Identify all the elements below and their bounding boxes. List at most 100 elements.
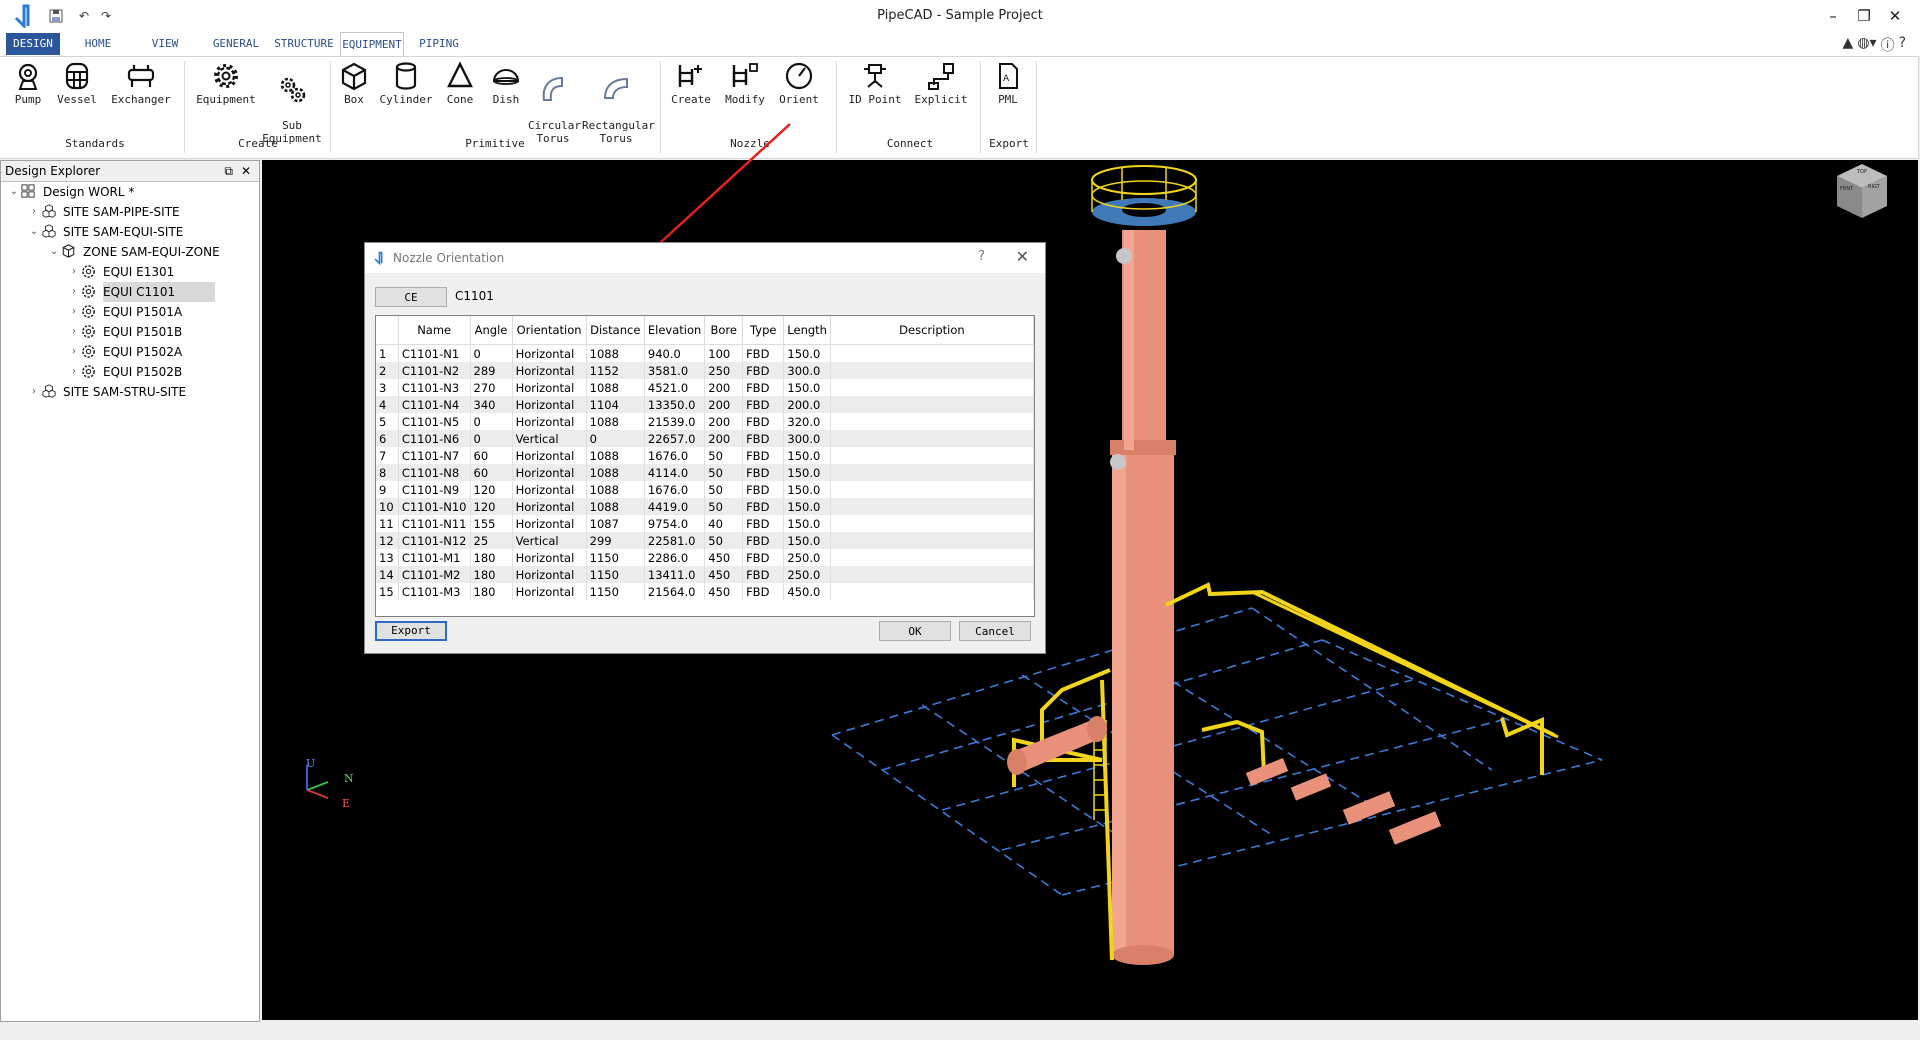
ok-button[interactable]: OK [879, 621, 951, 641]
tab-home[interactable]: HOME [70, 32, 126, 56]
table-cell[interactable]: 450 [704, 583, 744, 600]
table-cell[interactable]: 340 [470, 396, 513, 413]
table-cell[interactable] [830, 532, 1034, 549]
table-cell[interactable]: 1088 [586, 413, 645, 430]
table-cell[interactable]: FBD [742, 566, 785, 583]
table-cell[interactable]: 270 [470, 379, 513, 396]
table-row[interactable]: 8 C1101-N8 60 Horizontal 1088 4114.0 50 FBD 150.… [376, 464, 1034, 481]
table-cell[interactable]: Horizontal [512, 344, 587, 362]
table-cell[interactable]: 450 [704, 566, 744, 583]
exchanger-button[interactable]: Exchanger [108, 61, 174, 106]
chevron-down-icon[interactable]: ⌄ [47, 242, 61, 262]
column-header[interactable]: Name [398, 316, 471, 345]
table-cell[interactable]: C1101-N1 [398, 344, 471, 362]
tab-structure[interactable]: STRUCTURE [272, 32, 336, 56]
table-cell[interactable]: 450.0 [783, 583, 831, 600]
chevron-right-icon[interactable]: › [67, 342, 81, 362]
table-cell[interactable] [830, 498, 1034, 515]
table-cell[interactable]: C1101-N2 [398, 362, 471, 379]
table-cell[interactable]: Horizontal [512, 515, 587, 532]
table-row[interactable]: 4 C1101-N4 340 Horizontal 1104 13350.0 200 FBD 2… [376, 396, 1034, 413]
chevron-right-icon[interactable]: › [27, 382, 41, 402]
restore-button[interactable]: ❐ [1849, 4, 1879, 28]
table-cell[interactable]: 200 [704, 379, 744, 396]
pumps[interactable] [1245, 758, 1442, 845]
table-cell[interactable]: 0 [470, 344, 513, 362]
vessel-button[interactable]: Vessel [55, 61, 99, 106]
column-header[interactable]: Angle [470, 316, 513, 345]
table-cell[interactable]: Horizontal [512, 396, 587, 413]
chevron-right-icon[interactable]: › [67, 282, 81, 302]
table-cell[interactable]: 200 [704, 430, 744, 447]
table-cell[interactable]: 1676.0 [644, 447, 706, 464]
pml-button[interactable]: A PML [990, 61, 1026, 106]
table-cell[interactable] [830, 481, 1034, 498]
table-cell[interactable]: 1104 [586, 396, 645, 413]
nozzle-table[interactable]: Name Angle Orientation Distance Elevation Bor… [375, 315, 1035, 617]
table-cell[interactable] [830, 379, 1034, 396]
nozzle-modify-button[interactable]: Modify [722, 61, 768, 106]
column-header[interactable]: Length [783, 316, 831, 345]
table-cell[interactable]: 150.0 [783, 379, 831, 396]
table-cell[interactable] [830, 430, 1034, 447]
close-button[interactable]: ✕ [1880, 4, 1910, 28]
table-cell[interactable]: C1101-N8 [398, 464, 471, 481]
tree-item[interactable]: › EQUI P1501A [67, 302, 182, 322]
table-cell[interactable]: FBD [742, 464, 785, 481]
table-cell[interactable]: 4419.0 [644, 498, 706, 515]
minimize-button[interactable]: – [1818, 4, 1848, 28]
tab-design[interactable]: DESIGN [6, 33, 60, 55]
table-row[interactable]: 12 C1101-N12 25 Vertical 299 22581.0 50 FBD 150.… [376, 532, 1034, 549]
chevron-right-icon[interactable]: › [67, 362, 81, 382]
table-cell[interactable]: 180 [470, 549, 513, 566]
table-cell[interactable]: C1101-N6 [398, 430, 471, 447]
table-cell[interactable]: 0 [586, 430, 645, 447]
table-cell[interactable]: 250.0 [783, 566, 831, 583]
table-row[interactable]: 7 C1101-N7 60 Horizontal 1088 1676.0 50 FBD 150.… [376, 447, 1034, 464]
column-header[interactable]: Type [742, 316, 785, 345]
table-cell[interactable]: 200 [704, 413, 744, 430]
column-header[interactable]: Distance [586, 316, 645, 345]
table-cell[interactable] [830, 413, 1034, 430]
table-cell[interactable]: C1101-N5 [398, 413, 471, 430]
chevron-down-icon[interactable]: ⌄ [7, 182, 21, 202]
table-row[interactable]: 15 C1101-M3 180 Horizontal 1150 21564.0 450 FBD… [376, 583, 1034, 600]
table-cell[interactable]: 1150 [586, 566, 645, 583]
table-cell[interactable] [830, 583, 1034, 600]
table-cell[interactable]: FBD [742, 362, 785, 379]
table-cell[interactable]: 13350.0 [644, 396, 706, 413]
tree-item[interactable]: › EQUI P1502B [67, 362, 182, 382]
table-cell[interactable]: 940.0 [644, 344, 706, 362]
table-row[interactable]: 10 C1101-N10 120 Horizontal 1088 4419.0 50 FBD 1… [376, 498, 1034, 515]
box-button[interactable]: Box [336, 61, 372, 106]
table-cell[interactable]: 1088 [586, 379, 645, 396]
table-cell[interactable]: 50 [704, 447, 744, 464]
table-row[interactable]: 3 C1101-N3 270 Horizontal 1088 4521.0 200 FBD 15… [376, 379, 1034, 396]
nozzle-create-button[interactable]: Create [668, 61, 714, 106]
table-cell[interactable]: C1101-N7 [398, 447, 471, 464]
nozzle-orient-button[interactable]: Orient [776, 61, 822, 106]
table-cell[interactable]: 4521.0 [644, 379, 706, 396]
table-cell[interactable]: 50 [704, 464, 744, 481]
table-cell[interactable]: 1088 [586, 447, 645, 464]
table-cell[interactable]: C1101-M2 [398, 566, 471, 583]
table-cell[interactable]: Horizontal [512, 464, 587, 481]
table-cell[interactable]: 200.0 [783, 396, 831, 413]
id-point-button[interactable]: ID Point [848, 61, 902, 106]
table-cell[interactable]: FBD [742, 481, 785, 498]
table-cell[interactable]: 25 [470, 532, 513, 549]
cancel-button[interactable]: Cancel [959, 621, 1031, 641]
tree-item[interactable]: › SITE SAM-STRU-SITE [27, 382, 186, 402]
table-row[interactable]: 14 C1101-M2 180 Horizontal 1150 13411.0 450 FBD… [376, 566, 1034, 583]
exchanger-e1301[interactable] [1007, 716, 1107, 775]
table-cell[interactable]: Horizontal [512, 362, 587, 379]
tree-item[interactable]: ⌄ ZONE SAM-EQUI-ZONE [47, 242, 220, 262]
chevron-right-icon[interactable]: › [67, 322, 81, 342]
tab-view[interactable]: VIEW [140, 32, 190, 56]
float-icon[interactable]: ⧉ [224, 161, 233, 181]
table-cell[interactable]: 1150 [586, 583, 645, 600]
table-cell[interactable]: 150.0 [783, 344, 831, 362]
table-cell[interactable]: 150.0 [783, 515, 831, 532]
chevron-right-icon[interactable]: › [67, 302, 81, 322]
table-cell[interactable]: 450 [704, 549, 744, 566]
